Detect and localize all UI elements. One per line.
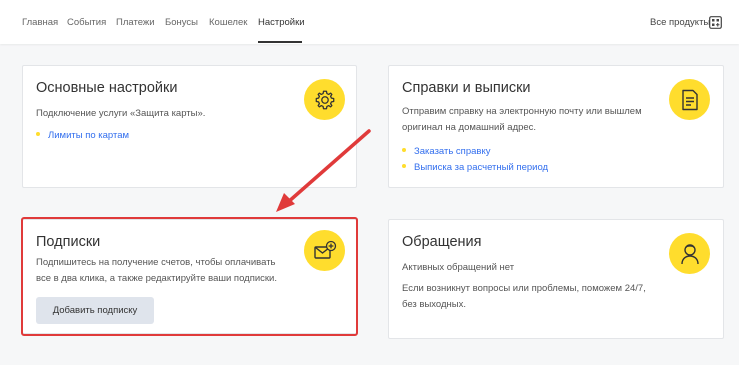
card-status: Активных обращений нет [402,262,515,273]
support-agent-icon [669,233,710,274]
card-limits-link[interactable]: Лимиты по картам [36,130,129,141]
order-statement-link[interactable]: Заказать справку [402,146,490,157]
card-title: Подписки [36,234,101,250]
grid-plus-icon[interactable] [709,16,722,29]
bullet-dot [36,132,40,137]
card-title: Основные настройки [36,80,178,96]
card-description-line-2: все в два клика, а также редактируйте ва… [36,273,277,284]
add-subscription-button[interactable]: Добавить подписку [36,297,154,324]
statements-card: Справки и выписки Отправим справку на эл… [388,65,724,188]
appeals-card: Обращения Активных обращений нет Если во… [388,219,724,339]
bullet-dot [402,164,406,169]
document-icon [669,79,710,120]
tab-bonuses[interactable]: Бонусы [165,17,198,28]
tab-events[interactable]: События [67,17,106,28]
tab-wallet[interactable]: Кошелек [209,17,247,28]
card-description: Подключение услуги «Защита карты». [36,108,206,119]
gear-icon [304,79,345,120]
bullet-dot [402,148,406,153]
subscriptions-card: Подписки Подпишитесь на получение счетов… [22,219,357,334]
card-description-line-2: оригинал на домашний адрес. [402,122,537,133]
card-description-line-2: без выходных. [402,299,467,310]
tab-main[interactable]: Главная [22,17,58,28]
all-products-link[interactable]: Все продукты [650,17,710,28]
card-title: Обращения [402,234,482,250]
envelope-plus-icon [304,230,345,271]
card-description-line-1: Если возникнут вопросы или проблемы, пом… [402,283,646,294]
card-description-line-1: Подпишитесь на получение счетов, чтобы о… [36,257,276,268]
card-title: Справки и выписки [402,80,531,96]
tab-settings[interactable]: Настройки [258,17,305,28]
card-description-line-1: Отправим справку на электронную почту ил… [402,106,642,117]
period-statement-link[interactable]: Выписка за расчетный период [402,162,548,173]
active-tab-indicator [258,41,302,43]
top-navigation: Главная События Платежи Бонусы Кошелек Н… [0,0,739,44]
tab-payments[interactable]: Платежи [116,17,155,28]
basic-settings-card: Основные настройки Подключение услуги «З… [22,65,357,188]
